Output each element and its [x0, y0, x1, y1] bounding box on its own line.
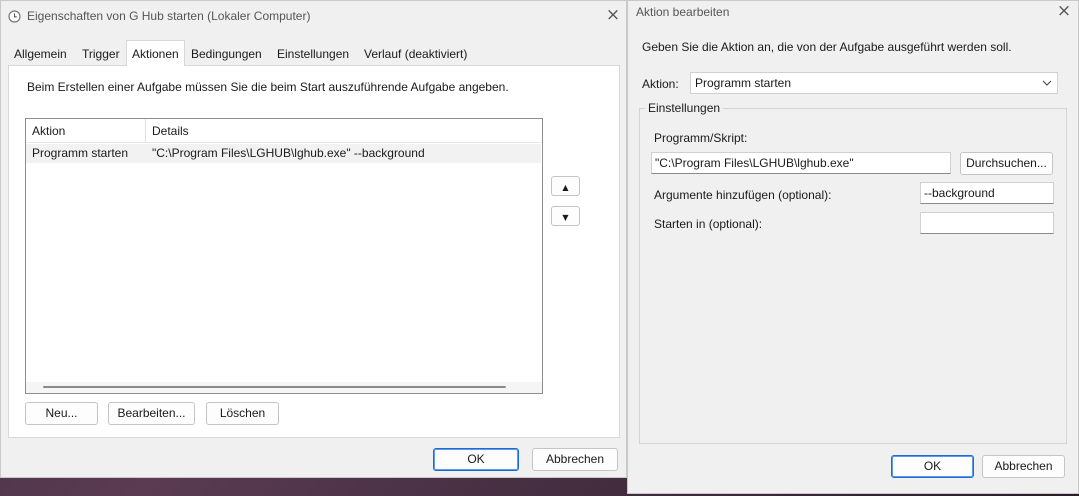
actions-list[interactable]: Aktion Details Programm starten "C:\Prog… [25, 118, 543, 394]
description-text: Beim Erstellen einer Aufgabe müssen Sie … [27, 80, 509, 94]
close-icon[interactable]: × [604, 7, 622, 25]
arrow-down-icon: ▼ [562, 213, 569, 222]
tab-verlauf[interactable]: Verlauf (deaktiviert) [359, 43, 472, 65]
list-header: Aktion Details [26, 119, 542, 143]
cancel-button[interactable]: Abbrechen [532, 448, 618, 471]
column-divider [145, 119, 146, 143]
column-header-aktion[interactable]: Aktion [32, 124, 65, 138]
arguments-input[interactable]: --background [920, 182, 1054, 204]
settings-group-title: Einstellungen [645, 101, 724, 115]
column-header-details[interactable]: Details [152, 124, 189, 138]
edit-action-dialog: Aktion bearbeiten × Geben Sie die Aktion… [627, 0, 1079, 494]
action-label: Aktion: [642, 77, 679, 91]
edit-button[interactable]: Bearbeiten... [108, 402, 195, 425]
dialog-title-bar: Aktion bearbeiten [628, 1, 1078, 31]
browse-button[interactable]: Durchsuchen... [960, 152, 1053, 175]
dialog-close-icon[interactable]: × [1055, 3, 1073, 21]
action-select-value: Programm starten [695, 76, 792, 90]
arrow-up-icon: ▲ [562, 183, 569, 192]
tab-aktionen[interactable]: Aktionen [126, 40, 185, 66]
title-bar: Eigenschaften von G Hub starten (Lokaler… [1, 1, 626, 31]
dialog-cancel-button[interactable]: Abbrechen [982, 455, 1065, 478]
row-details-cell: "C:\Program Files\LGHUB\lghub.exe" --bac… [152, 146, 425, 160]
program-label: Programm/Skript: [654, 131, 748, 145]
tab-allgemein[interactable]: Allgemein [9, 43, 72, 65]
horizontal-scrollbar[interactable] [26, 382, 542, 393]
dialog-ok-button[interactable]: OK [891, 455, 974, 478]
ok-button[interactable]: OK [433, 448, 519, 471]
tab-bedingungen[interactable]: Bedingungen [186, 43, 267, 65]
start-in-input[interactable] [920, 212, 1054, 234]
clock-icon [8, 10, 21, 23]
program-input[interactable]: "C:\Program Files\LGHUB\lghub.exe" [651, 152, 951, 174]
instruction-text: Geben Sie die Aktion an, die von der Auf… [642, 40, 1012, 54]
start-in-label: Starten in (optional): [654, 217, 763, 231]
row-action-cell: Programm starten [32, 146, 129, 160]
arguments-label: Argumente hinzufügen (optional): [654, 188, 832, 202]
scrollbar-thumb[interactable] [43, 386, 506, 388]
chevron-down-icon [1041, 76, 1053, 90]
tab-panel: Beim Erstellen einer Aufgabe müssen Sie … [8, 65, 620, 438]
delete-button[interactable]: Löschen [206, 402, 279, 425]
task-properties-window: Eigenschaften von G Hub starten (Lokaler… [0, 0, 627, 478]
window-title: Eigenschaften von G Hub starten (Lokaler… [27, 9, 311, 23]
table-row[interactable]: Programm starten "C:\Program Files\LGHUB… [26, 144, 541, 163]
new-button[interactable]: Neu... [25, 402, 98, 425]
action-select[interactable]: Programm starten [690, 72, 1058, 94]
tab-trigger[interactable]: Trigger [77, 43, 125, 65]
move-down-button[interactable]: ▼ [551, 206, 580, 226]
dialog-title: Aktion bearbeiten [636, 5, 730, 19]
move-up-button[interactable]: ▲ [551, 176, 580, 196]
tab-einstellungen[interactable]: Einstellungen [272, 43, 354, 65]
